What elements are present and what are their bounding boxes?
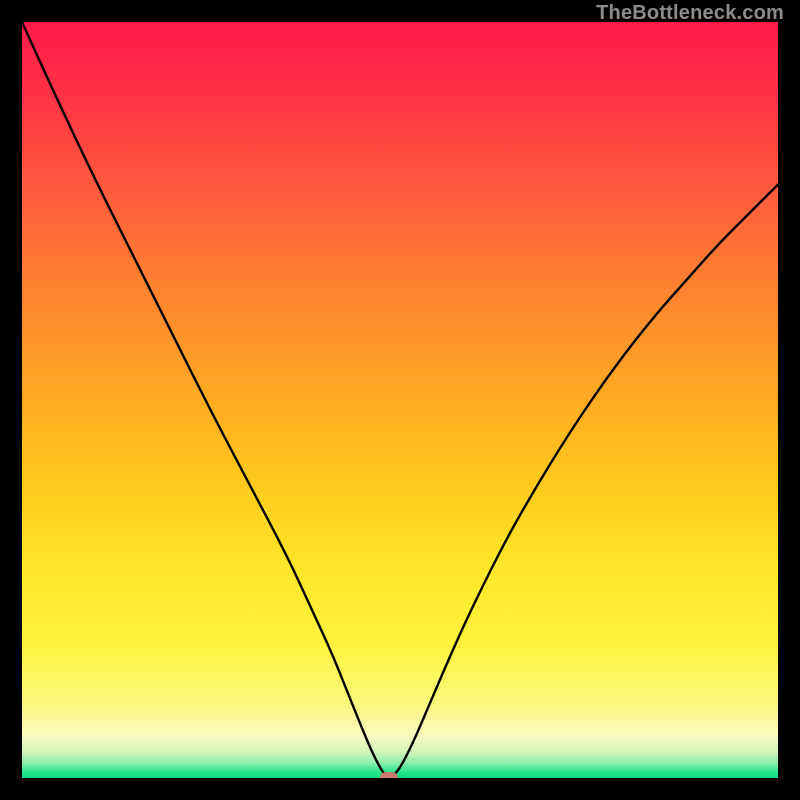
minimum-marker [380,772,398,778]
chart-frame: TheBottleneck.com [0,0,800,800]
plot-area [22,22,778,778]
bottleneck-curve [22,22,778,778]
